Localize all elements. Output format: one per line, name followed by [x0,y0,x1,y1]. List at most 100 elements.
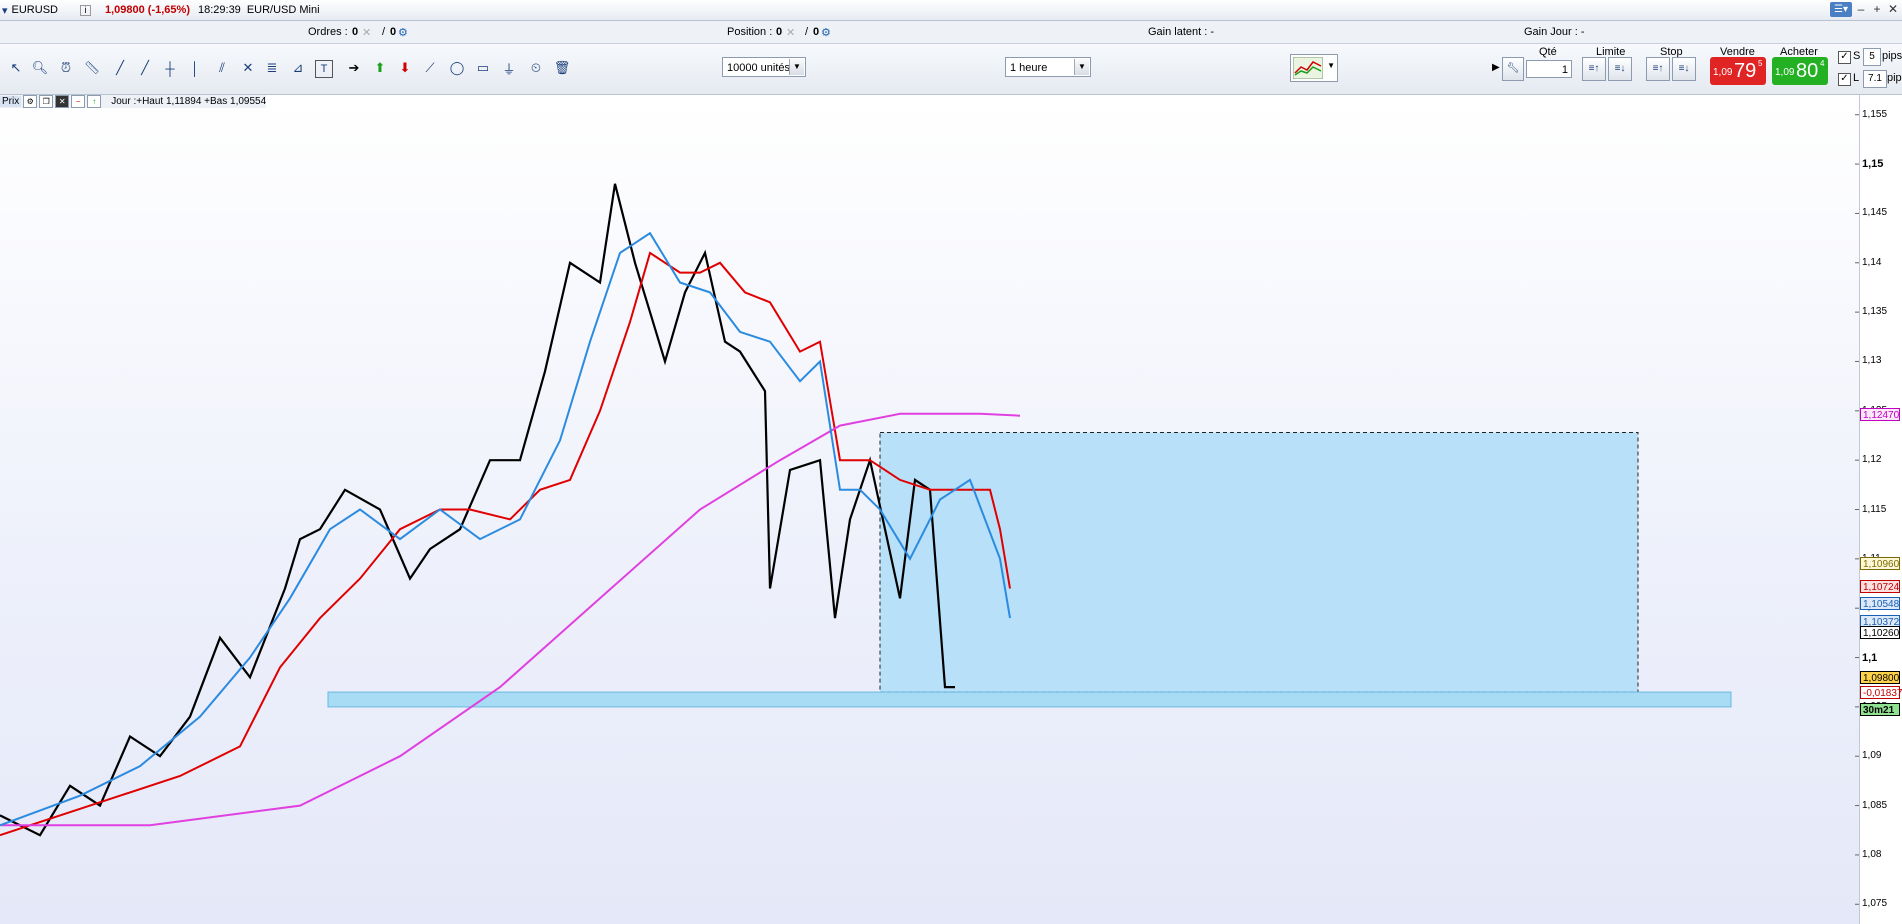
orders-close-icon[interactable]: ✕ [362,26,371,39]
price-axis-tick: 1,1 [1862,651,1878,664]
info-icon[interactable]: i [79,4,91,16]
rectangle-icon[interactable]: ▭ [473,58,493,78]
chart-type-button[interactable]: ▼ [1290,54,1338,82]
drawing-toolbar: ↖ 🔍︎ ⏰︎ 📏︎ ╱ ╱ ┼ │ ⫽ ✕ ≣ ⊿ T ➔ ⬆ ⬇ ⟋ ◯ ▭… [0,44,1902,95]
price-tag: 1,12470 [1860,407,1900,421]
price-tag: 1,09800 [1860,671,1900,685]
orders-value-2: 0 [390,26,397,38]
limit-checkbox[interactable]: ✓ [1838,73,1851,86]
title-bar: ▾ EURUSD i 1,09800 (-1,65%) 18:29:39 EUR… [0,0,1902,21]
chart-header: Prix ⚙ ❐ ✕ − ↑ Jour :+Haut 1,11894 +Bas … [0,95,267,108]
units-select[interactable]: 10000 unités ▼ [722,57,806,77]
minus-icon[interactable]: − [71,95,86,108]
buy-price-pips: 80 [1796,60,1819,82]
chart-menu-icon[interactable]: ▾ [2,4,8,17]
price-axis-tick: 1,13 [1862,355,1882,367]
separator: / [382,26,386,38]
price-axis-tick: 1,14 [1862,256,1882,268]
l-pips-input[interactable]: 7.1 [1863,70,1887,88]
zoom-icon[interactable]: 🔍︎ [30,58,50,78]
ellipse-icon[interactable]: ◯ [447,58,467,78]
buy-button[interactable]: 1,09 80 4 [1772,57,1828,85]
price-tag: 1,10960 [1860,556,1900,570]
price-axis-tick: 1,135 [1862,306,1888,318]
series-line-0 [0,183,955,837]
limit-buy-button[interactable]: ≡↑ [1582,57,1606,81]
series-line-1 [0,251,1011,837]
window-menu-button[interactable]: ☰▾ [1830,2,1852,17]
price-change: 1,09800 (-1,65%) [104,4,190,16]
trash-icon[interactable]: 🗑︎ [552,58,572,78]
price-axis-tick: 1,155 [1862,108,1888,120]
limit-sell-button[interactable]: ≡↓ [1608,57,1632,81]
position-settings-icon[interactable]: ⚙ [821,26,831,39]
stop-checkbox[interactable]: ✓ [1838,51,1851,64]
arrow-up-icon[interactable]: ⬆ [370,58,390,78]
alarm-icon[interactable]: ⏰︎ [56,58,76,78]
l-pips-unit: pips [1887,72,1902,84]
close-icon[interactable]: ✕ [55,95,70,108]
qty-label: Qté [1539,46,1557,58]
fibonacci-icon[interactable]: ≣ [262,58,282,78]
polyline-icon[interactable]: ⟋ [420,58,440,78]
chevron-down-icon: ▼ [1327,61,1335,70]
ruler-icon[interactable]: 📏︎ [82,58,102,78]
buy-price-fraction: 4 [1820,59,1825,68]
line-icon[interactable]: ╱ [110,58,130,78]
stop-buy-button[interactable]: ≡↑ [1646,57,1670,81]
position-value-2: 0 [813,26,820,38]
series-line-2 [0,412,1021,827]
position-close-icon[interactable]: ✕ [786,26,795,39]
pointer-icon[interactable]: ↖ [6,58,26,78]
plus-icon[interactable]: ↑ [87,95,102,108]
pattern-icon[interactable]: ⏚ [499,58,519,78]
s-label: S [1853,50,1861,62]
l-label: L [1853,72,1860,84]
price-axis-tick: 1,08 [1862,848,1882,860]
chart-canvas[interactable] [0,95,1859,924]
support-zone [327,691,1732,708]
s-pips-input[interactable]: 5 [1863,48,1881,66]
sell-button[interactable]: 1,09 79 5 [1710,57,1766,85]
price-tag: -0,01837 [1860,686,1902,700]
trade-panel: ▶ 🔧︎ Qté 1 Limite ≡↑ ≡↓ Stop ≡↑ ≡↓ Vendr… [1490,44,1902,94]
cross-line-icon[interactable]: ✕ [238,58,258,78]
separator-2: / [805,26,809,38]
orders-value: 0 [352,26,359,38]
clock: 18:29:39 [197,4,241,16]
settings-icon[interactable]: ⚙ [23,95,38,108]
timeframe-select[interactable]: 1 heure ▼ [1005,57,1091,77]
price-axis-tick: 1,12 [1862,454,1882,466]
vertical-line-icon[interactable]: │ [185,58,205,78]
arrow-right-icon[interactable]: ➔ [344,58,364,78]
collapse-arrow-icon[interactable]: ▶ [1492,62,1500,73]
ray-icon[interactable]: ╱ [135,58,155,78]
chevron-down-icon: ▼ [789,59,804,75]
price-axis-tick: 1,09 [1862,750,1882,762]
series-line-3 [0,231,1011,827]
sell-price-prefix: 1,09 [1713,67,1733,78]
price-axis-tick: 1,085 [1862,799,1888,811]
s-pips-unit: pips [1882,50,1902,62]
orders-label: Ordres : [308,26,348,38]
fib-fan-icon[interactable]: ⊿ [288,58,308,78]
minimize-button[interactable]: – [1854,2,1868,17]
price-axis-tick: 1,075 [1862,898,1888,910]
stop-sell-button[interactable]: ≡↓ [1672,57,1696,81]
copy-icon[interactable]: ❐ [39,95,54,108]
wrench-icon[interactable]: 🔧︎ [1502,57,1524,81]
channel-icon[interactable]: ⫽ [212,58,232,78]
price-axis-tick: 1,145 [1862,207,1888,219]
buy-price-prefix: 1,09 [1775,67,1795,78]
symbol-label: EURUSD [11,4,58,16]
orders-settings-icon[interactable]: ⚙ [398,26,408,39]
price-axis-tick: 1,15 [1862,158,1884,171]
close-button[interactable]: ✕ [1886,2,1900,17]
arrow-down-icon[interactable]: ⬇ [395,58,415,78]
price-chart[interactable] [0,95,1902,924]
horizontal-line-icon[interactable]: ┼ [160,58,180,78]
text-icon[interactable]: T [315,60,333,78]
quantity-input[interactable]: 1 [1526,60,1572,78]
add-button[interactable]: + [1870,2,1884,17]
timer-icon[interactable]: ⏲︎ [526,58,546,78]
